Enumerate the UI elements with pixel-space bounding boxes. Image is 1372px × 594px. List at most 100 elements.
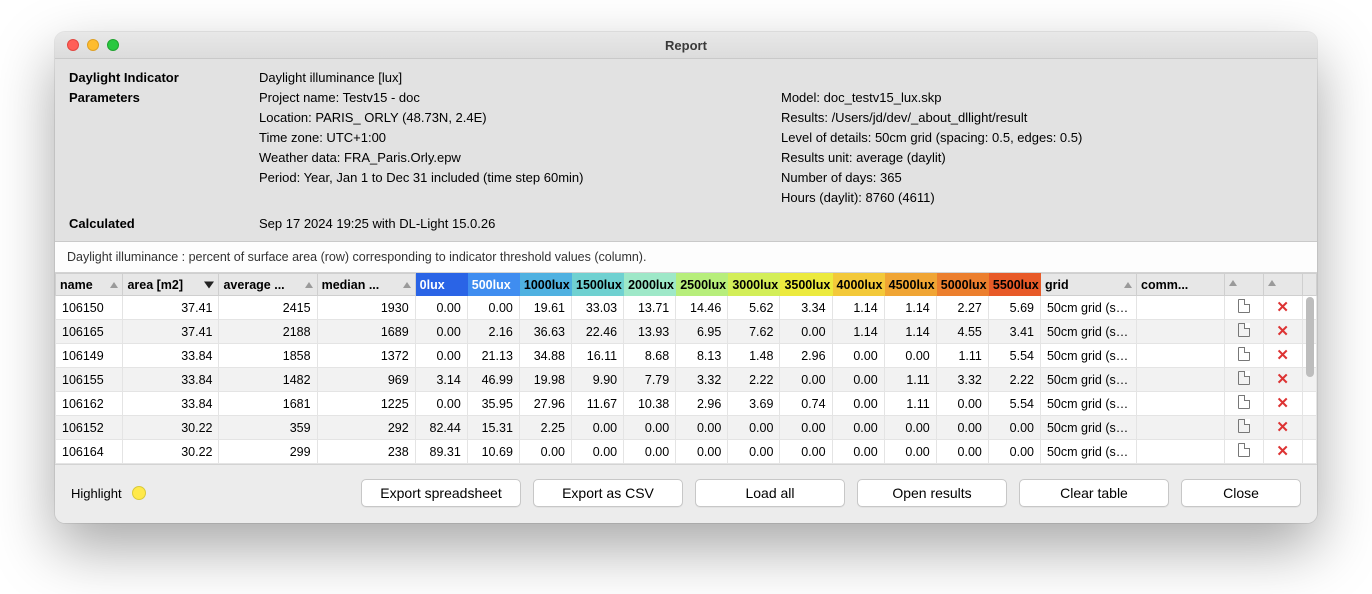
cell-open-row[interactable] bbox=[1224, 392, 1263, 416]
col-name[interactable]: name bbox=[56, 274, 123, 296]
col-lux-4[interactable]: 2000lux bbox=[624, 274, 676, 296]
cell-lux-0: 0.00 bbox=[415, 320, 467, 344]
cell-lux-10: 2.27 bbox=[936, 296, 988, 320]
cell-comment bbox=[1137, 416, 1225, 440]
cell-lux-11: 0.00 bbox=[988, 416, 1040, 440]
sort-icon bbox=[403, 282, 411, 288]
cell-open-row[interactable] bbox=[1224, 440, 1263, 464]
value-indicator: Daylight illuminance [lux] bbox=[259, 69, 1303, 87]
scrollbar-thumb[interactable] bbox=[1306, 297, 1314, 377]
cell-lux-10: 1.11 bbox=[936, 344, 988, 368]
cell-delete-row[interactable]: ✕ bbox=[1263, 296, 1302, 320]
table-row[interactable]: 10615533.8414829693.1446.9919.989.907.79… bbox=[56, 368, 1317, 392]
cell-delete-row[interactable]: ✕ bbox=[1263, 392, 1302, 416]
label-calculated: Calculated bbox=[69, 215, 259, 233]
cell-median: 1372 bbox=[317, 344, 415, 368]
scrollbar-track[interactable] bbox=[1305, 297, 1315, 462]
cell-average: 2188 bbox=[219, 320, 317, 344]
col-action-1[interactable] bbox=[1224, 274, 1263, 296]
cell-delete-row[interactable]: ✕ bbox=[1263, 368, 1302, 392]
cell-grid: 50cm grid (sp... bbox=[1040, 392, 1136, 416]
col-lux-11[interactable]: 5500lux bbox=[988, 274, 1040, 296]
cell-lux-2: 36.63 bbox=[519, 320, 571, 344]
cell-lux-5: 14.46 bbox=[676, 296, 728, 320]
param-period: Period: Year, Jan 1 to Dec 31 included (… bbox=[259, 169, 781, 187]
col-lux-2[interactable]: 1000lux bbox=[519, 274, 571, 296]
col-lux-9[interactable]: 4500lux bbox=[884, 274, 936, 296]
cell-lux-8: 0.00 bbox=[832, 416, 884, 440]
table-row[interactable]: 10616430.2229923889.3110.690.000.000.000… bbox=[56, 440, 1317, 464]
col-lux-7[interactable]: 3500lux bbox=[780, 274, 832, 296]
param-location: Location: PARIS_ ORLY (48.73N, 2.4E) bbox=[259, 109, 781, 127]
delete-icon: ✕ bbox=[1276, 347, 1289, 364]
document-icon bbox=[1238, 323, 1250, 337]
cell-open-row[interactable] bbox=[1224, 320, 1263, 344]
col-lux-8[interactable]: 4000lux bbox=[832, 274, 884, 296]
cell-lux-10: 3.32 bbox=[936, 368, 988, 392]
param-timezone: Time zone: UTC+1:00 bbox=[259, 129, 781, 147]
highlight-control[interactable]: Highlight bbox=[71, 486, 146, 501]
cell-grid: 50cm grid (sp... bbox=[1040, 368, 1136, 392]
cell-lux-5: 0.00 bbox=[676, 416, 728, 440]
cell-lux-2: 19.98 bbox=[519, 368, 571, 392]
cell-name: 106155 bbox=[56, 368, 123, 392]
cell-lux-6: 0.00 bbox=[728, 416, 780, 440]
cell-lux-10: 0.00 bbox=[936, 416, 988, 440]
export-spreadsheet-button[interactable]: Export spreadsheet bbox=[361, 479, 521, 507]
col-lux-5[interactable]: 2500lux bbox=[676, 274, 728, 296]
cell-open-row[interactable] bbox=[1224, 416, 1263, 440]
cell-lux-6: 3.69 bbox=[728, 392, 780, 416]
cell-delete-row[interactable]: ✕ bbox=[1263, 320, 1302, 344]
table-row[interactable]: 10615037.41241519300.000.0019.6133.0313.… bbox=[56, 296, 1317, 320]
table-row[interactable]: 10616233.84168112250.0035.9527.9611.6710… bbox=[56, 392, 1317, 416]
highlight-color-icon bbox=[132, 486, 146, 500]
cell-lux-1: 21.13 bbox=[467, 344, 519, 368]
col-comment[interactable]: comm... bbox=[1137, 274, 1225, 296]
open-results-button[interactable]: Open results bbox=[857, 479, 1007, 507]
cell-comment bbox=[1137, 344, 1225, 368]
cell-average: 1482 bbox=[219, 368, 317, 392]
close-button[interactable]: Close bbox=[1181, 479, 1301, 507]
cell-area: 33.84 bbox=[123, 344, 219, 368]
cell-lux-11: 3.41 bbox=[988, 320, 1040, 344]
col-lux-0[interactable]: 0lux bbox=[415, 274, 467, 296]
cell-median: 292 bbox=[317, 416, 415, 440]
table-row[interactable]: 10614933.84185813720.0021.1334.8816.118.… bbox=[56, 344, 1317, 368]
cell-lux-6: 0.00 bbox=[728, 440, 780, 464]
filter-icon bbox=[204, 281, 214, 288]
table-row[interactable]: 10616537.41218816890.002.1636.6322.4613.… bbox=[56, 320, 1317, 344]
col-action-2[interactable] bbox=[1263, 274, 1302, 296]
cell-median: 969 bbox=[317, 368, 415, 392]
cell-lux-7: 0.00 bbox=[780, 368, 832, 392]
col-grid[interactable]: grid bbox=[1040, 274, 1136, 296]
cell-lux-2: 34.88 bbox=[519, 344, 571, 368]
load-all-button[interactable]: Load all bbox=[695, 479, 845, 507]
export-csv-button[interactable]: Export as CSV bbox=[533, 479, 683, 507]
cell-lux-7: 3.34 bbox=[780, 296, 832, 320]
col-median[interactable]: median ... bbox=[317, 274, 415, 296]
col-lux-1[interactable]: 500lux bbox=[467, 274, 519, 296]
cell-lux-6: 1.48 bbox=[728, 344, 780, 368]
col-lux-10[interactable]: 5000lux bbox=[936, 274, 988, 296]
clear-table-button[interactable]: Clear table bbox=[1019, 479, 1169, 507]
cell-lux-8: 0.00 bbox=[832, 392, 884, 416]
col-average[interactable]: average ... bbox=[219, 274, 317, 296]
cell-lux-9: 1.11 bbox=[884, 368, 936, 392]
cell-open-row[interactable] bbox=[1224, 344, 1263, 368]
highlight-label: Highlight bbox=[71, 486, 122, 501]
cell-delete-row[interactable]: ✕ bbox=[1263, 416, 1302, 440]
cell-delete-row[interactable]: ✕ bbox=[1263, 440, 1302, 464]
col-lux-3[interactable]: 1500lux bbox=[572, 274, 624, 296]
cell-lux-5: 2.96 bbox=[676, 392, 728, 416]
cell-open-row[interactable] bbox=[1224, 368, 1263, 392]
cell-comment bbox=[1137, 440, 1225, 464]
col-area[interactable]: area [m2] bbox=[123, 274, 219, 296]
cell-lux-3: 11.67 bbox=[572, 392, 624, 416]
cell-lux-7: 2.96 bbox=[780, 344, 832, 368]
col-lux-6[interactable]: 3000lux bbox=[728, 274, 780, 296]
sort-icon bbox=[1229, 280, 1237, 286]
cell-delete-row[interactable]: ✕ bbox=[1263, 344, 1302, 368]
cell-lux-4: 13.71 bbox=[624, 296, 676, 320]
cell-open-row[interactable] bbox=[1224, 296, 1263, 320]
table-row[interactable]: 10615230.2235929282.4415.312.250.000.000… bbox=[56, 416, 1317, 440]
